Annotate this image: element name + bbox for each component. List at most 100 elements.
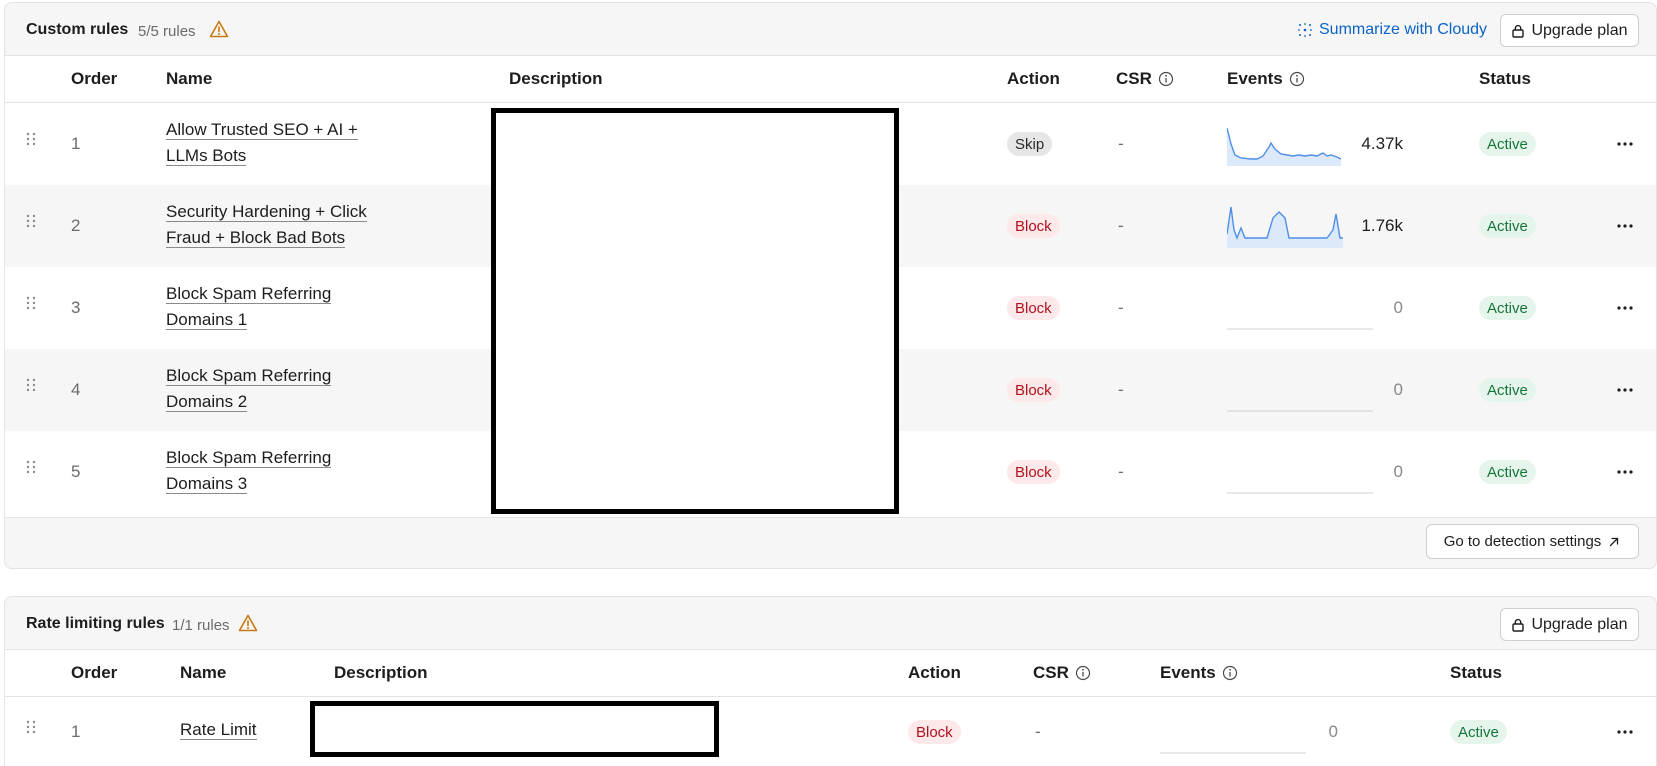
column-order[interactable]: Order <box>71 663 117 683</box>
column-events-label: Events <box>1160 663 1216 682</box>
rule-name-line: Security Hardening + Click <box>166 202 367 222</box>
info-icon[interactable] <box>1075 665 1091 681</box>
lock-icon <box>1512 24 1525 38</box>
status-badge: Active <box>1479 132 1536 156</box>
action-badge: Block <box>1007 378 1060 402</box>
drag-handle-icon[interactable] <box>25 295 37 311</box>
summarize-with-cloudy-link[interactable]: Summarize with Cloudy <box>1297 21 1487 39</box>
rule-name-line: Rate Limit <box>180 720 257 740</box>
status-badge: Active <box>1479 296 1536 320</box>
drag-handle-icon[interactable] <box>25 131 37 147</box>
rule-name-link[interactable]: Allow Trusted SEO + AI + LLMs Bots <box>166 117 358 169</box>
custom-rules-header: Custom rules 5/5 rules Summarize with Cl… <box>5 3 1656 56</box>
rule-name-link[interactable]: Block Spam Referring Domains 1 <box>166 281 332 333</box>
custom-rules-count: 5/5 rules <box>138 23 196 40</box>
events-count: 0 <box>1393 298 1403 317</box>
column-events: Events <box>1227 69 1305 89</box>
events-count: 4.37k <box>1361 134 1403 153</box>
column-csr-label: CSR <box>1116 69 1152 88</box>
column-action: Action <box>908 663 961 682</box>
rule-order: 1 <box>71 722 81 741</box>
rate-limiting-header: Rate limiting rules 1/1 rules Upgrade pl… <box>5 597 1656 650</box>
csr-value: - <box>1118 216 1124 235</box>
rule-order: 5 <box>71 462 81 481</box>
rate-limiting-table: Order Name Description Action CSR Events… <box>5 649 1656 766</box>
rule-name-line: Block Spam Referring <box>166 366 332 386</box>
rule-name-line: Block Spam Referring <box>166 284 332 304</box>
rule-name-link[interactable]: Block Spam Referring Domains 3 <box>166 445 332 497</box>
column-description: Description <box>509 69 603 88</box>
external-arrow-icon <box>1610 537 1619 546</box>
more-horizontal-icon[interactable] <box>1616 141 1634 147</box>
rule-name-link[interactable]: Rate Limit <box>180 717 257 743</box>
rule-name-line: Domains 3 <box>166 474 248 494</box>
rule-name-line: Domains 2 <box>166 392 248 412</box>
more-horizontal-icon[interactable] <box>1616 223 1634 229</box>
more-horizontal-icon[interactable] <box>1616 305 1634 311</box>
csr-value: - <box>1118 380 1124 399</box>
more-horizontal-icon[interactable] <box>1616 387 1634 393</box>
info-icon[interactable] <box>1158 71 1174 87</box>
column-order[interactable]: Order <box>71 69 117 89</box>
column-name[interactable]: Name <box>180 663 226 683</box>
column-csr: CSR <box>1033 663 1091 683</box>
column-csr: CSR <box>1116 69 1174 89</box>
events-count: 0 <box>1393 462 1403 481</box>
rate-limiting-rules-panel: Rate limiting rules 1/1 rules Upgrade pl… <box>4 596 1657 766</box>
events-count: 1.76k <box>1361 216 1403 235</box>
action-badge: Block <box>1007 296 1060 320</box>
redacted-description-area <box>491 108 899 514</box>
column-events: Events <box>1160 663 1238 683</box>
column-status: Status <box>1479 69 1531 88</box>
info-icon[interactable] <box>1289 71 1305 87</box>
lock-icon <box>1512 618 1525 632</box>
drag-handle-icon[interactable] <box>25 719 37 735</box>
rule-name-line: LLMs Bots <box>166 146 247 166</box>
more-horizontal-icon[interactable] <box>1616 729 1634 735</box>
status-badge: Active <box>1479 460 1536 484</box>
rule-name-link[interactable]: Security Hardening + Click Fraud + Block… <box>166 199 367 251</box>
column-csr-label: CSR <box>1033 663 1069 682</box>
drag-handle-icon[interactable] <box>25 459 37 475</box>
column-status: Status <box>1450 663 1502 682</box>
action-badge: Block <box>1007 214 1060 238</box>
column-action: Action <box>1007 69 1060 88</box>
upgrade-plan-button[interactable]: Upgrade plan <box>1500 608 1639 641</box>
warning-triangle-icon[interactable] <box>238 613 258 633</box>
rate-limiting-title: Rate limiting rules <box>26 615 165 632</box>
more-horizontal-icon[interactable] <box>1616 469 1634 475</box>
rule-order: 2 <box>71 216 81 235</box>
upgrade-plan-button[interactable]: Upgrade plan <box>1500 14 1639 47</box>
info-icon[interactable] <box>1222 665 1238 681</box>
drag-handle-icon[interactable] <box>25 213 37 229</box>
rule-name-line: Domains 1 <box>166 310 248 330</box>
csr-value: - <box>1118 298 1124 317</box>
events-count: 0 <box>1393 380 1403 399</box>
column-description: Description <box>334 663 428 682</box>
upgrade-plan-label: Upgrade plan <box>1531 615 1628 633</box>
rule-name-link[interactable]: Block Spam Referring Domains 2 <box>166 363 332 415</box>
rule-order: 1 <box>71 134 81 153</box>
status-badge: Active <box>1479 214 1536 238</box>
rule-order: 4 <box>71 380 81 399</box>
events-count: 0 <box>1328 722 1338 741</box>
rule-name-line: Block Spam Referring <box>166 448 332 468</box>
detection-settings-label: Go to detection settings <box>1443 533 1602 550</box>
column-events-label: Events <box>1227 69 1283 88</box>
table-row[interactable]: 1 Rate Limit Block - 0 Active <box>5 697 1656 766</box>
summarize-label: Summarize with Cloudy <box>1319 21 1488 38</box>
column-name[interactable]: Name <box>166 69 212 89</box>
warning-triangle-icon[interactable] <box>209 19 229 39</box>
table-header: Order Name Description Action CSR Events… <box>5 56 1656 103</box>
upgrade-plan-label: Upgrade plan <box>1531 21 1628 39</box>
rule-name-line: Fraud + Block Bad Bots <box>166 228 346 248</box>
go-to-detection-settings-button[interactable]: Go to detection settings <box>1426 524 1639 559</box>
action-badge: Skip <box>1007 132 1053 156</box>
csr-value: - <box>1035 722 1041 741</box>
drag-handle-icon[interactable] <box>25 377 37 393</box>
action-badge: Block <box>908 720 961 744</box>
rule-name-line: Allow Trusted SEO + AI + <box>166 120 358 140</box>
action-badge: Block <box>1007 460 1060 484</box>
custom-rules-title: Custom rules <box>26 21 129 38</box>
rule-order: 3 <box>71 298 81 317</box>
